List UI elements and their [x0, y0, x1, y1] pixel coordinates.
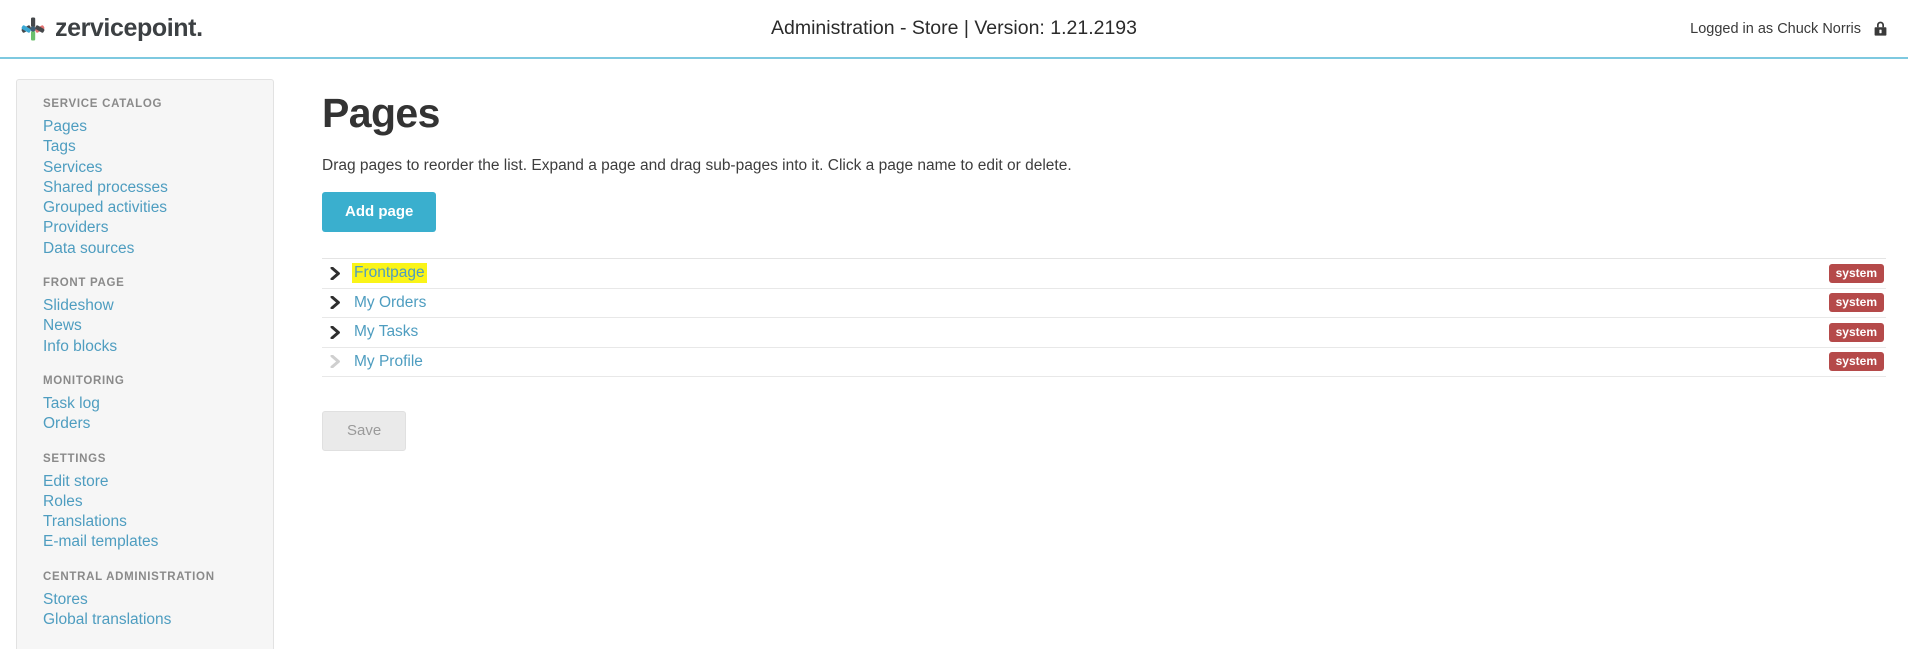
- save-button[interactable]: Save: [322, 411, 406, 451]
- sidebar-group-front-page: FRONT PAGE Slideshow News Info blocks: [43, 277, 273, 357]
- page-title: Pages: [322, 91, 1886, 136]
- status-badge: system: [1829, 352, 1884, 371]
- sidebar-group-monitoring: MONITORING Task log Orders: [43, 375, 273, 435]
- pinwheel-logo-icon: [20, 16, 46, 42]
- table-row[interactable]: Frontpage system: [322, 259, 1886, 289]
- table-row[interactable]: My Tasks system: [322, 318, 1886, 348]
- page-name-link[interactable]: My Profile: [352, 352, 425, 372]
- sidebar-heading: MONITORING: [43, 375, 273, 387]
- sidebar-item-roles[interactable]: Roles: [43, 492, 273, 512]
- page-name-link[interactable]: My Tasks: [352, 322, 420, 342]
- main-content: Pages Drag pages to reorder the list. Ex…: [274, 79, 1908, 451]
- sidebar-item-pages[interactable]: Pages: [43, 117, 273, 137]
- chevron-right-icon: [324, 355, 346, 368]
- sidebar-item-tags[interactable]: Tags: [43, 137, 273, 157]
- sidebar-item-news[interactable]: News: [43, 316, 273, 336]
- brand[interactable]: zervicepoint.: [0, 16, 203, 42]
- chevron-right-icon[interactable]: [324, 326, 346, 339]
- user-status: Logged in as Chuck Norris: [1690, 20, 1888, 37]
- status-badge: system: [1829, 293, 1884, 312]
- table-row[interactable]: My Orders system: [322, 289, 1886, 319]
- sidebar-item-edit-store[interactable]: Edit store: [43, 472, 273, 492]
- sidebar-item-translations[interactable]: Translations: [43, 512, 273, 532]
- page-name-link[interactable]: Frontpage: [352, 263, 427, 283]
- sidebar-heading: FRONT PAGE: [43, 277, 273, 289]
- sidebar-item-email-templates[interactable]: E-mail templates: [43, 532, 273, 552]
- add-page-button[interactable]: Add page: [322, 192, 436, 232]
- sidebar-heading: SERVICE CATALOG: [43, 98, 273, 110]
- table-row[interactable]: My Profile system: [322, 348, 1886, 378]
- sidebar-item-grouped-activities[interactable]: Grouped activities: [43, 198, 273, 218]
- sidebar-item-providers[interactable]: Providers: [43, 218, 273, 238]
- sidebar-heading: SETTINGS: [43, 453, 273, 465]
- sidebar-group-central-administration: CENTRAL ADMINISTRATION Stores Global tra…: [43, 571, 273, 631]
- page-header-title: Administration - Store | Version: 1.21.2…: [0, 17, 1908, 40]
- sidebar-item-data-sources[interactable]: Data sources: [43, 239, 273, 259]
- chevron-right-icon[interactable]: [324, 296, 346, 309]
- status-badge: system: [1829, 264, 1884, 283]
- sidebar-item-services[interactable]: Services: [43, 158, 273, 178]
- pages-list: Frontpage system My Orders system: [322, 259, 1886, 377]
- sidebar: SERVICE CATALOG Pages Tags Services Shar…: [16, 79, 274, 649]
- sidebar-group-settings: SETTINGS Edit store Roles Translations E…: [43, 453, 273, 553]
- page-name-link[interactable]: My Orders: [352, 293, 428, 313]
- sidebar-item-orders[interactable]: Orders: [43, 414, 273, 434]
- brand-text: zervicepoint.: [55, 16, 203, 41]
- sidebar-group-service-catalog: SERVICE CATALOG Pages Tags Services Shar…: [43, 98, 273, 259]
- chevron-right-icon[interactable]: [324, 267, 346, 280]
- logged-in-label: Logged in as Chuck Norris: [1690, 21, 1861, 37]
- sidebar-item-stores[interactable]: Stores: [43, 590, 273, 610]
- top-bar: zervicepoint. Administration - Store | V…: [0, 0, 1908, 59]
- page-layout: SERVICE CATALOG Pages Tags Services Shar…: [0, 59, 1908, 649]
- sidebar-item-slideshow[interactable]: Slideshow: [43, 296, 273, 316]
- sidebar-heading: CENTRAL ADMINISTRATION: [43, 571, 273, 583]
- sidebar-item-info-blocks[interactable]: Info blocks: [43, 337, 273, 357]
- status-badge: system: [1829, 323, 1884, 342]
- sidebar-item-global-translations[interactable]: Global translations: [43, 610, 273, 630]
- sidebar-item-shared-processes[interactable]: Shared processes: [43, 178, 273, 198]
- page-description: Drag pages to reorder the list. Expand a…: [322, 157, 1886, 175]
- lock-icon[interactable]: [1873, 20, 1888, 37]
- sidebar-item-task-log[interactable]: Task log: [43, 394, 273, 414]
